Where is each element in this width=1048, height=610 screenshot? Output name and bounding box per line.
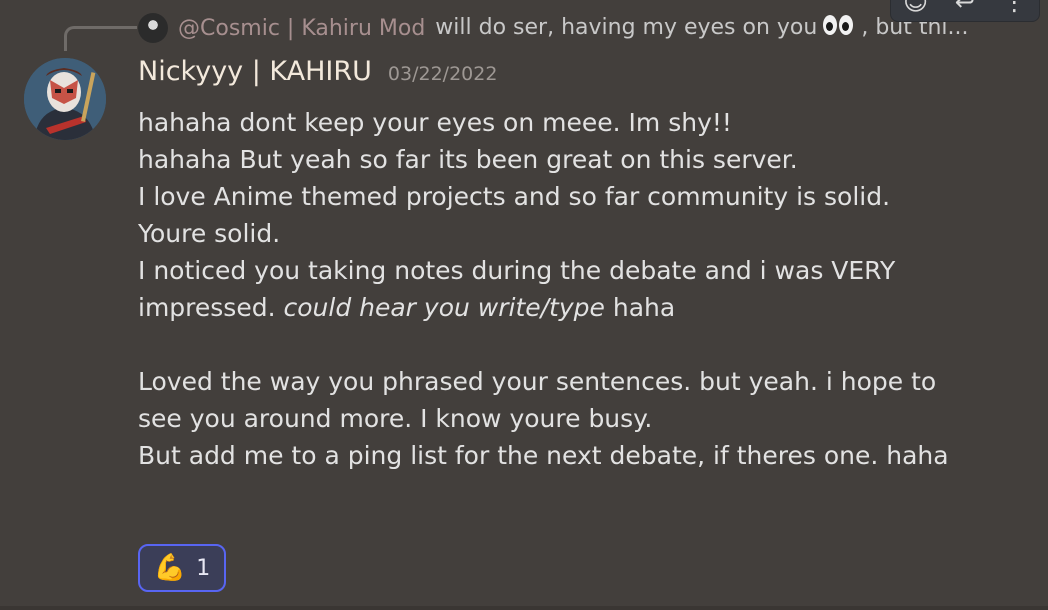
message-line-mixed: impressed. could hear you write/type hah… xyxy=(138,289,1028,326)
message-line: Youre solid. xyxy=(138,219,281,248)
reaction-button[interactable]: 💪 1 xyxy=(138,544,226,592)
reply-text[interactable]: will do ser, having my eyes on you, but … xyxy=(435,15,969,41)
reply-icon[interactable]: ↩ xyxy=(948,0,982,17)
eyes-emoji-icon xyxy=(823,15,855,41)
reply-connector-line xyxy=(64,26,137,51)
message-content: hahaha dont keep your eyes on meee. Im s… xyxy=(138,104,1028,474)
message-italic-text: could hear you write/type xyxy=(283,293,605,322)
timestamp[interactable]: 03/22/2022 xyxy=(388,63,498,85)
reply-author-avatar[interactable] xyxy=(138,13,168,43)
message-line: Loved the way you phrased your sentences… xyxy=(138,367,937,396)
message-line: I love Anime themed projects and so far … xyxy=(138,182,891,211)
message-line: see you around more. I know youre busy. xyxy=(138,404,653,433)
message-line: hahaha But yeah so far its been great on… xyxy=(138,145,798,174)
reply-reference[interactable]: @Cosmic | Kahiru Mod will do ser, having… xyxy=(138,8,1018,48)
masked-character-avatar-icon xyxy=(24,58,106,140)
message-hover-toolbar: ☺ ↩ ⋮ xyxy=(890,0,1040,22)
message-line-suffix: haha xyxy=(604,293,676,322)
more-options-icon[interactable]: ⋮ xyxy=(997,0,1031,17)
message-line: hahaha dont keep your eyes on meee. Im s… xyxy=(138,108,732,137)
bottom-divider xyxy=(0,606,1048,610)
add-reaction-icon[interactable]: ☺ xyxy=(899,0,933,17)
reply-text-start: will do ser, having my eyes on you xyxy=(435,15,818,40)
username[interactable]: Nickyyy | KAHIRU xyxy=(138,56,372,87)
flexed-biceps-icon: 💪 xyxy=(153,553,187,583)
message-line: But add me to a ping list for the next d… xyxy=(138,441,949,470)
chat-message-view: @Cosmic | Kahiru Mod will do ser, having… xyxy=(0,0,1048,610)
message-header: Nickyyy | KAHIRU 03/22/2022 xyxy=(138,56,497,96)
message-line: I noticed you taking notes during the de… xyxy=(138,256,896,285)
user-avatar[interactable] xyxy=(24,58,106,140)
message-line-prefix: impressed. xyxy=(138,293,284,322)
reply-author-name[interactable]: @Cosmic | Kahiru Mod xyxy=(178,16,425,41)
reaction-count: 1 xyxy=(196,555,211,581)
